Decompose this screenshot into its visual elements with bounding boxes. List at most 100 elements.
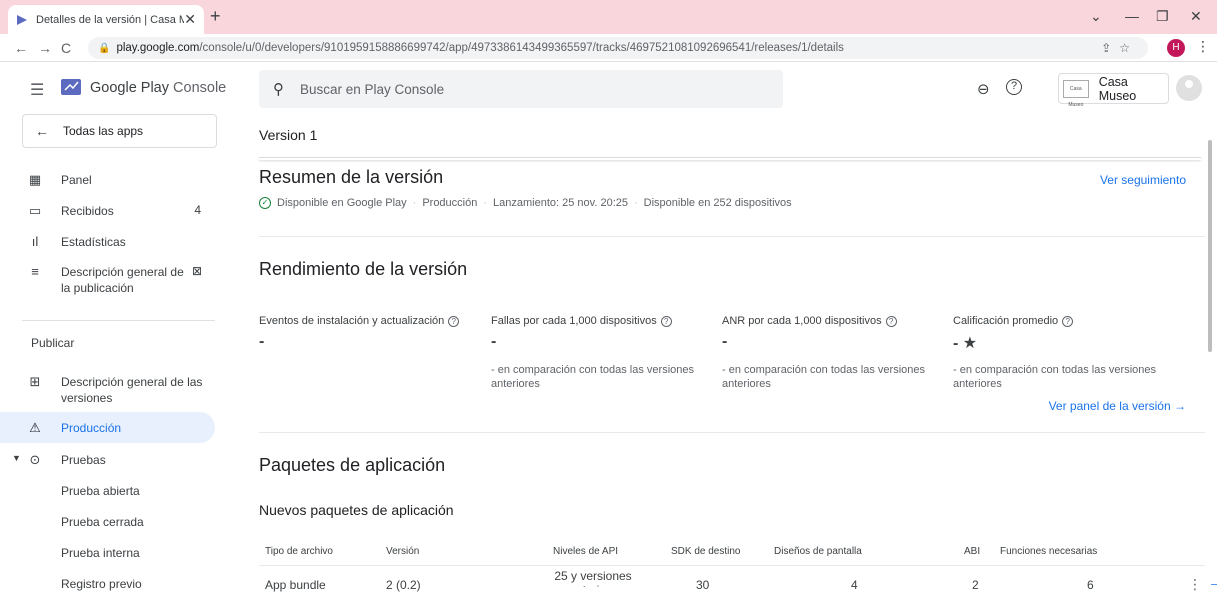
- metric-installs: Eventos de instalación y actualización? …: [259, 315, 479, 363]
- table-cell-abi: 2: [972, 578, 979, 592]
- developer-name: Casa Museo: [1098, 74, 1137, 103]
- help-icon[interactable]: ?: [448, 315, 460, 327]
- row-more-icon[interactable]: ⋮: [1188, 576, 1202, 593]
- table-cell-required-features: 6: [1087, 578, 1094, 592]
- separator-dot: ·: [633, 197, 638, 209]
- tab-search-chevron-icon[interactable]: ⌄: [1090, 8, 1102, 25]
- sidebar-item-label: Recibidos: [61, 204, 114, 218]
- release-dashboard-link[interactable]: Ver panel de la versión →: [1049, 399, 1186, 413]
- user-avatar[interactable]: [1176, 75, 1202, 101]
- releases-overview-icon: ⊞: [29, 374, 41, 389]
- row-arrow-forward-icon[interactable]: →: [1208, 574, 1217, 591]
- launch-text: Lanzamiento: 25 nov. 20:25: [493, 197, 628, 209]
- column-header: Niveles de API: [553, 546, 619, 557]
- sidebar-item-releases-overview[interactable]: ⊞ Descripción general de las versiones: [0, 374, 215, 410]
- table-divider: [259, 565, 1205, 566]
- sidebar-item-pruebas[interactable]: ▼ ⊙ Pruebas: [0, 452, 215, 470]
- sidebar-item-label: Estadísticas: [61, 235, 126, 249]
- metric-rating: Calificación promedio? - ★ - en comparac…: [953, 315, 1173, 391]
- help-icon[interactable]: ?: [660, 315, 672, 327]
- tracking-link[interactable]: Ver seguimiento: [1100, 173, 1186, 187]
- testing-icon: ⊙: [29, 452, 41, 467]
- release-summary: ✓ Disponible en Google Play · Producción…: [259, 197, 792, 209]
- metric-value: -: [259, 333, 265, 350]
- sidebar-item-produccion[interactable]: ⚠ Producción: [0, 412, 215, 443]
- sidebar-item-recibidos[interactable]: ▭ Recibidos 4: [0, 203, 215, 221]
- header-divider: [259, 157, 1201, 160]
- address-bar-row: ← → C 🔒 play.google.com /console/u/0/dev…: [0, 34, 1217, 62]
- help-icon[interactable]: ?: [1006, 79, 1022, 95]
- metric-anr: ANR por cada 1,000 dispositivos? - - en …: [722, 315, 942, 391]
- inbox-count-badge: 4: [194, 203, 201, 217]
- play-console-favicon-icon: [17, 14, 27, 25]
- developer-logo: Casa Museo: [1063, 79, 1089, 108]
- url-host: play.google.com: [116, 42, 200, 54]
- sync-off-icon: ⊠: [192, 264, 203, 278]
- column-header: ABI: [964, 546, 981, 557]
- new-tab-button[interactable]: +: [210, 6, 221, 27]
- brand-name: Google Play: [90, 80, 169, 96]
- metric-comparison: - en comparación con todas las versiones…: [722, 364, 925, 390]
- column-header: SDK de destino: [671, 546, 741, 557]
- sidebar-item-prueba-interna[interactable]: Prueba interna: [61, 546, 140, 560]
- link-icon[interactable]: ⊖: [977, 80, 990, 98]
- url-path: /console/u/0/developers/9101959158886699…: [199, 42, 844, 54]
- page-title: Version 1: [259, 127, 318, 143]
- metric-value: - ★: [953, 335, 978, 352]
- metric-crashes: Fallas por cada 1,000 dispositivos? - - …: [491, 315, 711, 391]
- play-console-title[interactable]: Google Play Console: [90, 80, 226, 96]
- search-icon: ⚲: [273, 81, 284, 98]
- separator-dot: ·: [412, 197, 417, 209]
- minimize-button[interactable]: —: [1125, 8, 1139, 24]
- scrollbar[interactable]: [1208, 140, 1212, 352]
- search-input[interactable]: ⚲ Buscar en Play Console: [259, 70, 783, 108]
- publishing-overview-icon: ≡: [31, 264, 39, 279]
- metric-comparison: - en comparación con todas las versiones…: [953, 364, 1156, 390]
- lock-icon: 🔒: [98, 42, 111, 54]
- back-button[interactable]: ←: [14, 40, 28, 56]
- all-apps-button[interactable]: ← Todas las apps: [22, 114, 217, 148]
- metric-comparison: - en comparación con todas las versiones…: [491, 364, 694, 390]
- sidebar-item-prueba-abierta[interactable]: Prueba abierta: [61, 484, 140, 498]
- help-icon[interactable]: ?: [1062, 315, 1074, 327]
- devices-text: Disponible en 252 dispositivos: [643, 197, 792, 209]
- help-icon[interactable]: ?: [885, 315, 897, 327]
- sidebar-item-estadisticas[interactable]: ıl Estadísticas: [0, 234, 215, 252]
- metric-value: -: [722, 333, 728, 350]
- inbox-icon: ▭: [28, 203, 42, 218]
- expand-arrow-icon[interactable]: ▼: [12, 453, 21, 463]
- sidebar-item-label: Descripción general de la publicación: [61, 265, 184, 295]
- column-header: Versión: [386, 546, 420, 557]
- browser-menu-icon[interactable]: ⋮: [1196, 38, 1210, 55]
- developer-account-button[interactable]: Casa Museo Casa Museo: [1058, 73, 1169, 108]
- check-circle-icon: ✓: [259, 197, 271, 209]
- table-cell-api-levels: 25 y versiones posteriores: [554, 569, 632, 587]
- column-header: Funciones necesarias: [1000, 546, 1098, 557]
- new-packages-heading: Nuevos paquetes de aplicación: [259, 502, 454, 518]
- share-bookmark-icons[interactable]: ⇪☆: [1101, 41, 1138, 55]
- sidebar-item-prueba-cerrada[interactable]: Prueba cerrada: [61, 515, 144, 529]
- reload-button[interactable]: C: [61, 40, 71, 56]
- brand-suffix: Console: [173, 80, 227, 96]
- sidebar-item-registro-previo[interactable]: Registro previo: [61, 577, 142, 591]
- summary-heading: Resumen de la versión: [259, 167, 444, 187]
- table-cell-version: 2 (0.2): [386, 578, 421, 592]
- browser-tab[interactable]: Detalles de la versión | Casa Mus ✕: [8, 5, 204, 34]
- sidebar-item-publishing-overview[interactable]: ≡ Descripción general de la publicación …: [0, 264, 215, 300]
- sidebar-item-panel[interactable]: ▦ Panel: [0, 172, 215, 190]
- sidebar-item-label: Producción: [61, 421, 122, 435]
- arrow-back-icon: ←: [35, 123, 49, 139]
- hamburger-menu-icon[interactable]: ☰: [30, 80, 44, 100]
- url-input[interactable]: 🔒 play.google.com /console/u/0/developer…: [88, 37, 1148, 59]
- browser-profile-avatar[interactable]: H: [1167, 39, 1185, 57]
- metric-title: Fallas por cada 1,000 dispositivos: [491, 315, 657, 327]
- browser-tab-bar: Detalles de la versión | Casa Mus ✕ + ⌄ …: [0, 0, 1217, 34]
- metric-title: Calificación promedio: [953, 315, 1059, 327]
- close-window-button[interactable]: ✕: [1190, 8, 1202, 25]
- restore-button[interactable]: ❐: [1156, 8, 1169, 25]
- table-cell-screen-layouts: 4: [851, 578, 858, 592]
- section-title-publicar: Publicar: [31, 336, 75, 350]
- forward-button[interactable]: →: [38, 40, 52, 56]
- tab-close-icon[interactable]: ✕: [184, 11, 196, 28]
- play-console-logo-icon: [61, 79, 81, 95]
